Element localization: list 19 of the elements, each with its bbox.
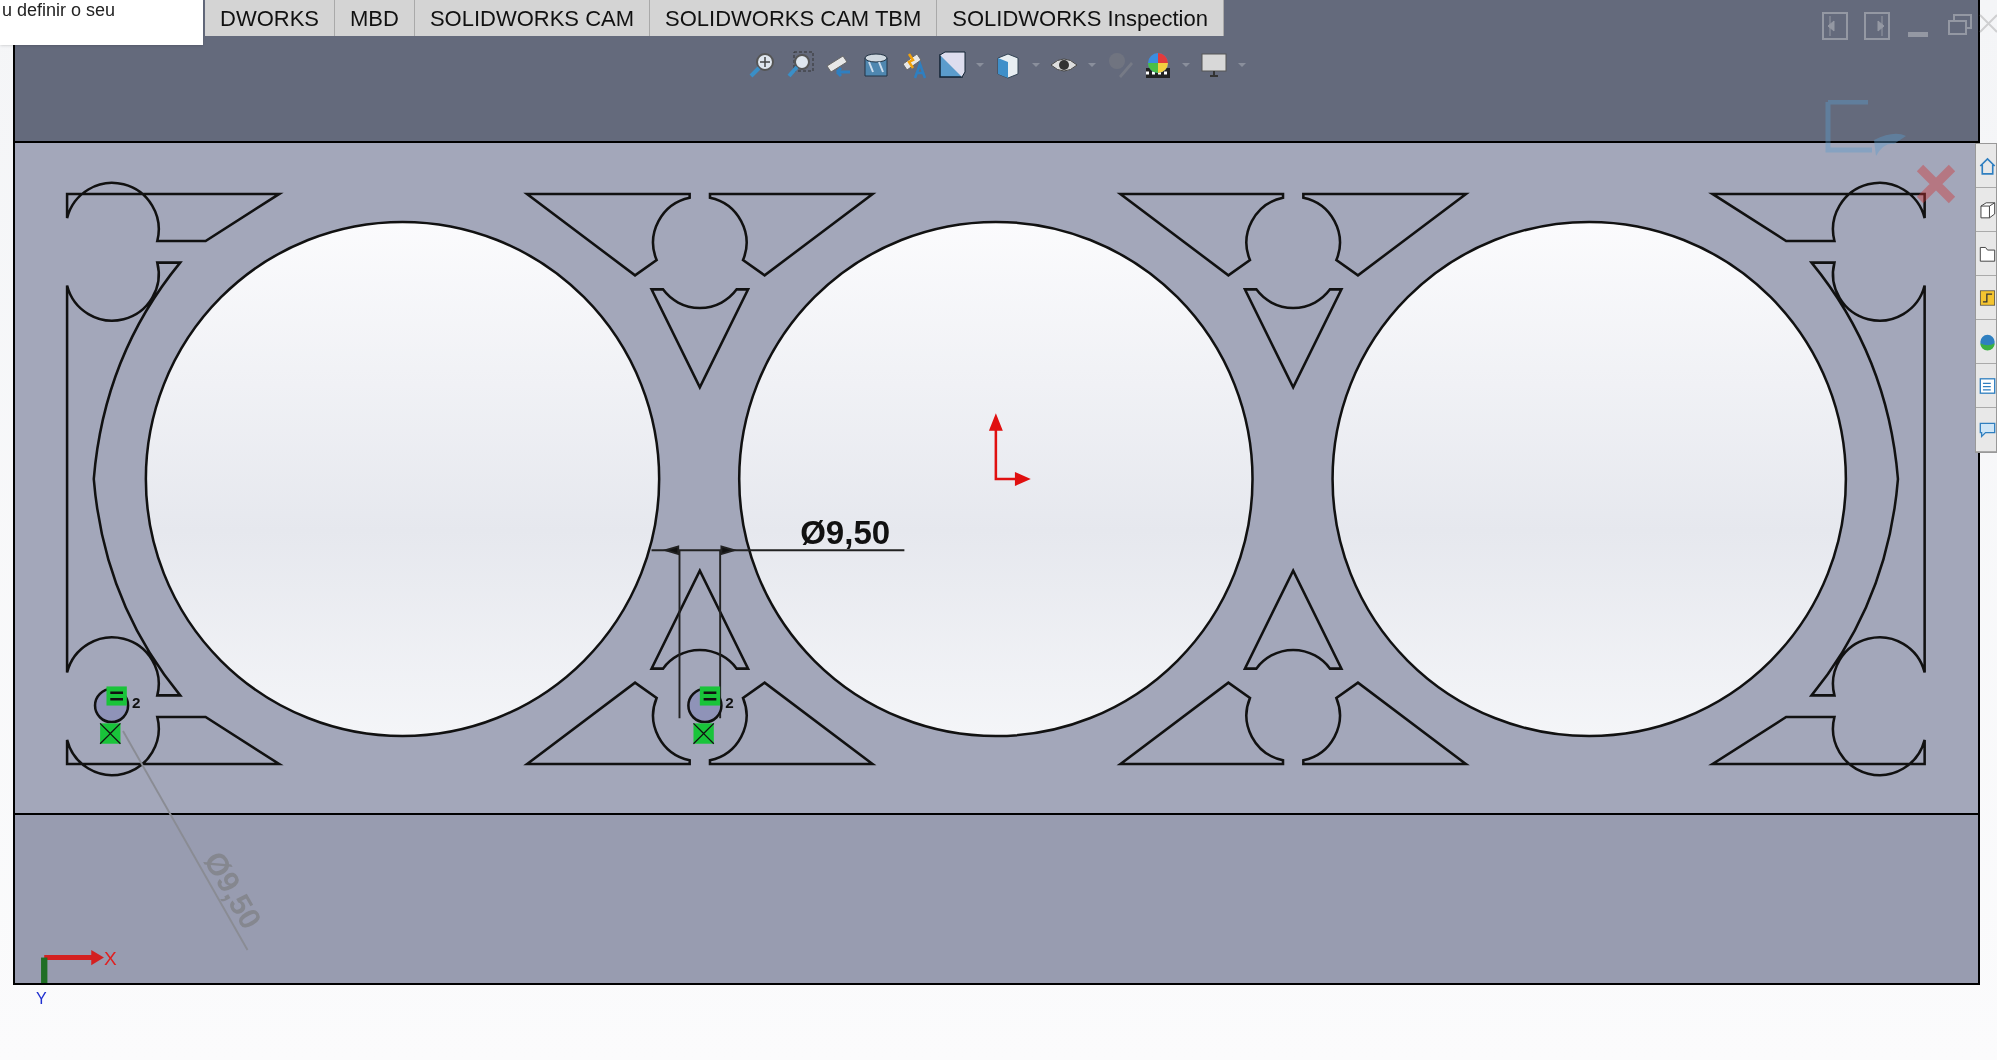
origin-icon	[988, 413, 1031, 487]
ribbon-tab[interactable]: DWORKS	[205, 0, 335, 36]
ribbon-tab[interactable]: SOLIDWORKS CAM TBM	[650, 0, 938, 36]
cube-icon[interactable]	[936, 50, 967, 80]
fixed-point-icon[interactable]	[99, 722, 122, 745]
ribbon-tab[interactable]: SOLIDWORKS Inspection	[937, 0, 1224, 36]
relation-count: 2	[131, 694, 141, 712]
equal-relation-icon[interactable]	[106, 686, 127, 706]
equal-relation-icon[interactable]	[699, 686, 721, 706]
axis-label: X	[103, 948, 117, 970]
fixed-point-icon[interactable]	[692, 722, 715, 745]
tooltip-text: u definir o seu	[1, 0, 117, 20]
ribbon-tab[interactable]: MBD	[335, 0, 415, 36]
diameter-dimension[interactable]: Ø9,50	[800, 513, 891, 551]
axis-label: Y	[36, 990, 47, 1008]
relation-count: 2	[725, 694, 734, 712]
monitor-icon[interactable]	[1198, 50, 1229, 80]
ribbon-tab[interactable]: SOLIDWORKS CAM	[414, 0, 651, 36]
axis-triad-icon	[41, 949, 104, 983]
